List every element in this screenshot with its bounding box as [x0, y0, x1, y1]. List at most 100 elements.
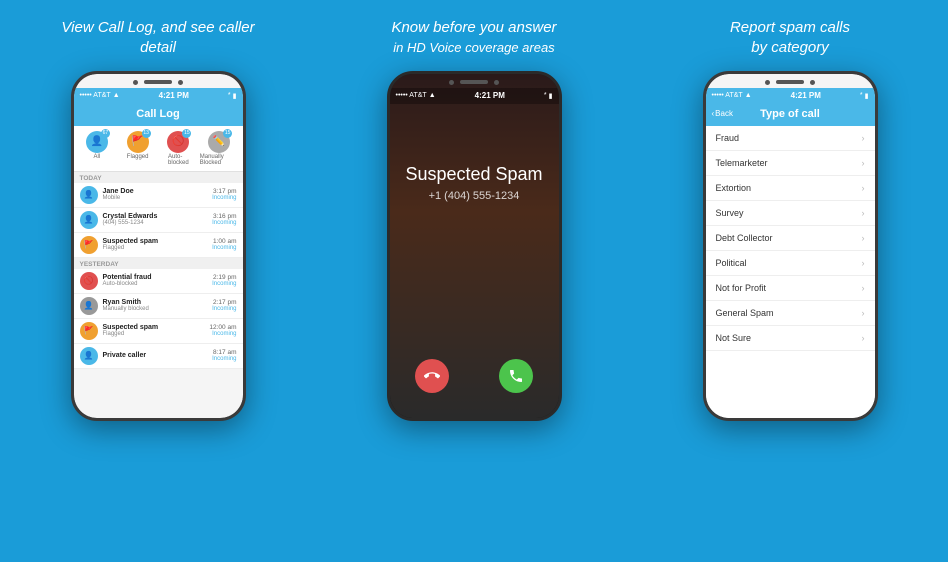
caption-2-sub: in HD Voice coverage areas: [393, 40, 554, 55]
avatar-spam1: 🚩: [80, 236, 98, 254]
tab-flagged[interactable]: 🚩13 Flagged: [118, 131, 157, 166]
back-button[interactable]: ‹ Back: [712, 109, 733, 118]
type-label-telemarketer: Telemarketer: [716, 158, 768, 168]
type-label-fraud: Fraud: [716, 133, 740, 143]
call-item-7[interactable]: 👤 Private caller 8:17 am Incoming: [74, 344, 243, 369]
call-name-6: Suspected spam: [103, 324, 210, 331]
type-item-nonprofit[interactable]: Not for Profit ›: [706, 276, 875, 301]
dir-4: Incoming: [212, 281, 236, 287]
tab-autoblocked[interactable]: 🚫15 Auto-blocked: [159, 131, 198, 166]
call-time-4: 2:19 pm Incoming: [212, 274, 236, 287]
call-sub-4: Auto-blocked: [103, 281, 213, 287]
chevron-fraud: ›: [862, 133, 865, 143]
status-bar-1: ••••• AT&T ▲ 4:21 PM * ▮: [74, 88, 243, 104]
avatar-ryan: 👤: [80, 297, 98, 315]
call-name-4: Potential fraud: [103, 274, 213, 281]
dir-2: Incoming: [212, 220, 236, 226]
caption-2-main: Know before you answer: [391, 19, 556, 36]
calllog-tabs: 👤67 All 🚩13 Flagged 🚫15: [74, 126, 243, 172]
decline-button[interactable]: [415, 359, 449, 393]
call-info-5: Ryan Smith Manually blocked: [103, 299, 213, 312]
tab-flagged-badge: 13: [142, 129, 151, 138]
tab-all[interactable]: 👤67 All: [78, 131, 117, 166]
call-item-3[interactable]: 🚩 Suspected spam Flagged 1:00 am Incomin…: [74, 233, 243, 258]
type-item-survey[interactable]: Survey ›: [706, 201, 875, 226]
speaker-3: [776, 80, 804, 84]
status-left-3: ••••• AT&T ▲: [712, 92, 752, 99]
call-time-2: 3:16 pm Incoming: [212, 213, 236, 226]
call-info-1: Jane Doe Mobile: [103, 188, 213, 201]
phone-inner-3: ••••• AT&T ▲ 4:21 PM * ▮ ‹ Back: [706, 74, 875, 418]
carrier-1: ••••• AT&T: [80, 92, 111, 99]
accept-button[interactable]: [499, 359, 533, 393]
status-left-2: ••••• AT&T ▲: [396, 92, 436, 99]
wifi-2: ▲: [429, 92, 436, 99]
call-sub-5: Manually blocked: [103, 306, 213, 312]
call-time-3: 1:00 am Incoming: [212, 238, 236, 251]
type-item-political[interactable]: Political ›: [706, 251, 875, 276]
avatar-private: 👤: [80, 347, 98, 365]
time-text-2: 3:16 pm: [212, 213, 236, 220]
tab-manualblocked[interactable]: ✏️15 Manually Blocked: [200, 131, 239, 166]
type-item-generalspam[interactable]: General Spam ›: [706, 301, 875, 326]
battery-2: ▮: [549, 92, 553, 100]
bt-3: *: [860, 92, 863, 99]
call-sub-2: (404) 555-1234: [103, 220, 213, 226]
type-of-call-screen: ••••• AT&T ▲ 4:21 PM * ▮ ‹ Back: [706, 74, 875, 418]
avatar-jane: 👤: [80, 186, 98, 204]
phone-2: ••••• AT&T ▲ 4:21 PM * ▮ Suspected Spam …: [387, 71, 562, 421]
front-camera-3: [765, 80, 770, 85]
time-3: 4:21 PM: [791, 91, 821, 100]
section-today: TODAY: [74, 172, 243, 183]
call-item-5[interactable]: 👤 Ryan Smith Manually blocked 2:17 pm In…: [74, 294, 243, 319]
chevron-political: ›: [862, 258, 865, 268]
type-item-fraud[interactable]: Fraud ›: [706, 126, 875, 151]
carrier-2: ••••• AT&T: [396, 92, 427, 99]
call-info-6: Suspected spam Flagged: [103, 324, 210, 337]
phone-1: ••••• AT&T ▲ 4:21 PM * ▮ Call Log: [71, 71, 246, 421]
calllog-header: Call Log: [74, 104, 243, 126]
tab-all-badge: 67: [101, 129, 110, 138]
status-bar-3: ••••• AT&T ▲ 4:21 PM * ▮: [706, 88, 875, 104]
call-info-4: Potential fraud Auto-blocked: [103, 274, 213, 287]
caption-1: View Call Log, and see caller detail: [58, 18, 258, 59]
tab-all-icon: 👤67: [86, 131, 108, 153]
main-container: View Call Log, and see caller detail •••…: [0, 0, 948, 562]
call-sub-1: Mobile: [103, 195, 213, 201]
battery-icon: ▮: [233, 92, 237, 100]
phone-3: ••••• AT&T ▲ 4:21 PM * ▮ ‹ Back: [703, 71, 878, 421]
type-item-extortion[interactable]: Extortion ›: [706, 176, 875, 201]
chevron-extortion: ›: [862, 183, 865, 193]
type-item-debt[interactable]: Debt Collector ›: [706, 226, 875, 251]
status-right-1: * ▮: [228, 92, 237, 100]
type-label-extortion: Extortion: [716, 183, 752, 193]
tab-auto-badge: 15: [182, 129, 191, 138]
back-chevron: ‹: [712, 109, 715, 118]
type-label-nonprofit: Not for Profit: [716, 283, 767, 293]
carrier-3: ••••• AT&T: [712, 92, 743, 99]
front-camera-3b: [810, 80, 815, 85]
time-text-7: 8:17 am: [212, 349, 236, 356]
wifi-3: ▲: [745, 92, 752, 99]
back-label: Back: [715, 109, 733, 118]
call-item-6[interactable]: 🚩 Suspected spam Flagged 12:00 am Incomi…: [74, 319, 243, 344]
tab-flagged-label: Flagged: [127, 154, 149, 160]
front-camera-1: [133, 80, 138, 85]
phone-top-2: [449, 80, 499, 85]
calllog-title: Call Log: [82, 108, 235, 120]
tab-auto-label: Auto-blocked: [168, 154, 189, 166]
call-item-1[interactable]: 👤 Jane Doe Mobile 3:17 pm Incoming: [74, 183, 243, 208]
chevron-debt: ›: [862, 233, 865, 243]
bluetooth-icon: *: [228, 92, 231, 99]
tab-manual-badge: 15: [223, 129, 232, 138]
call-item-4[interactable]: 🚫 Potential fraud Auto-blocked 2:19 pm I…: [74, 269, 243, 294]
caption-3-text: Report spam callsby category: [730, 19, 850, 56]
call-info-2: Crystal Edwards (404) 555-1234: [103, 213, 213, 226]
type-item-telemarketer[interactable]: Telemarketer ›: [706, 151, 875, 176]
chevron-nonprofit: ›: [862, 283, 865, 293]
type-item-notsure[interactable]: Not Sure ›: [706, 326, 875, 351]
front-camera-2b: [494, 80, 499, 85]
avatar-crystal: 👤: [80, 211, 98, 229]
call-item-2[interactable]: 👤 Crystal Edwards (404) 555-1234 3:16 pm…: [74, 208, 243, 233]
chevron-generalspam: ›: [862, 308, 865, 318]
